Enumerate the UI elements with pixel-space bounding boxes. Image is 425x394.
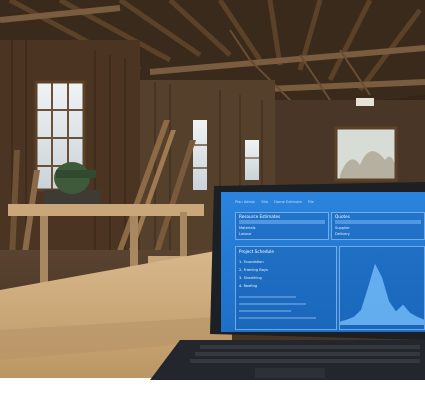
nav-item[interactable]: Site: [261, 200, 268, 205]
nav-item[interactable]: Dome Estimate: [274, 200, 302, 205]
row-label: Delivery: [335, 232, 350, 236]
panel-title: Quotes: [335, 214, 350, 219]
laptop-keys: [190, 345, 420, 363]
window-right: [334, 126, 398, 182]
panel-row: Labour: [239, 232, 325, 237]
row-label: Supplier: [335, 226, 350, 230]
area-series: [340, 263, 424, 325]
bottom-margin: [0, 378, 425, 394]
panel-row: Supplier: [335, 226, 421, 231]
panel-schedule: Project Schedule 1. Foundation 2. Framin…: [235, 246, 337, 330]
window-mid: [193, 120, 207, 190]
highlight-bar: [335, 220, 421, 224]
schedule-text-lines: [239, 296, 316, 319]
schedule-line: 4. Roofing: [239, 284, 258, 288]
panel-resource-estimates: Resource Estimates Materials Labour: [235, 212, 329, 240]
panel-row: Delivery: [335, 232, 421, 237]
panel-title: Resource Estimates: [239, 214, 281, 219]
panel-quotes: Quotes Supplier Delivery: [331, 212, 425, 240]
schedule-line: 1. Foundation: [239, 260, 264, 264]
highlight-bar: [239, 220, 325, 224]
row-label: Materials: [239, 226, 256, 230]
schedule-line: 2. Framing Bays: [239, 268, 268, 272]
panel-chart: [339, 246, 425, 330]
schedule-line: 3. Sheathing: [239, 276, 262, 280]
area-chart: [340, 263, 424, 325]
screen-nav: Plan Admin Site Dome Estimate File: [235, 200, 314, 205]
laptop-screen: Plan Admin Site Dome Estimate File Resou…: [221, 192, 425, 332]
row-label: Labour: [239, 232, 252, 236]
trackpad: [255, 368, 325, 378]
nav-item[interactable]: File: [308, 200, 314, 205]
nav-item[interactable]: Plan Admin: [235, 200, 255, 205]
ceiling-lamp: [356, 98, 374, 106]
workshop-photo: Plan Admin Site Dome Estimate File Resou…: [0, 0, 425, 394]
window-mid2: [245, 140, 259, 180]
panel-title: Project Schedule: [239, 249, 274, 254]
panel-row: Materials: [239, 226, 325, 231]
